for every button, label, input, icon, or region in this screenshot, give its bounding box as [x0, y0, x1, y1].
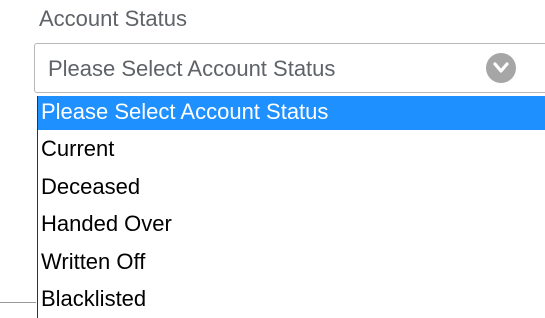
account-status-label: Account Status	[39, 6, 187, 31]
option-please-select[interactable]: Please Select Account Status	[38, 96, 545, 130]
option-current[interactable]: Current	[38, 130, 545, 168]
option-deceased[interactable]: Deceased	[38, 168, 545, 206]
divider	[0, 302, 36, 303]
account-status-options: Please Select Account Status Current Dec…	[37, 96, 545, 318]
option-written-off[interactable]: Written Off	[38, 243, 545, 281]
account-status-form: Account Status Please Select Account Sta…	[0, 0, 545, 318]
option-blacklisted[interactable]: Blacklisted	[38, 280, 545, 318]
account-status-select[interactable]: Please Select Account Status	[34, 43, 545, 93]
select-current-value: Please Select Account Status	[48, 56, 336, 81]
option-handed-over[interactable]: Handed Over	[38, 205, 545, 243]
chevron-down-icon[interactable]	[486, 53, 516, 83]
chevron-down-icon-glyph	[493, 62, 509, 73]
